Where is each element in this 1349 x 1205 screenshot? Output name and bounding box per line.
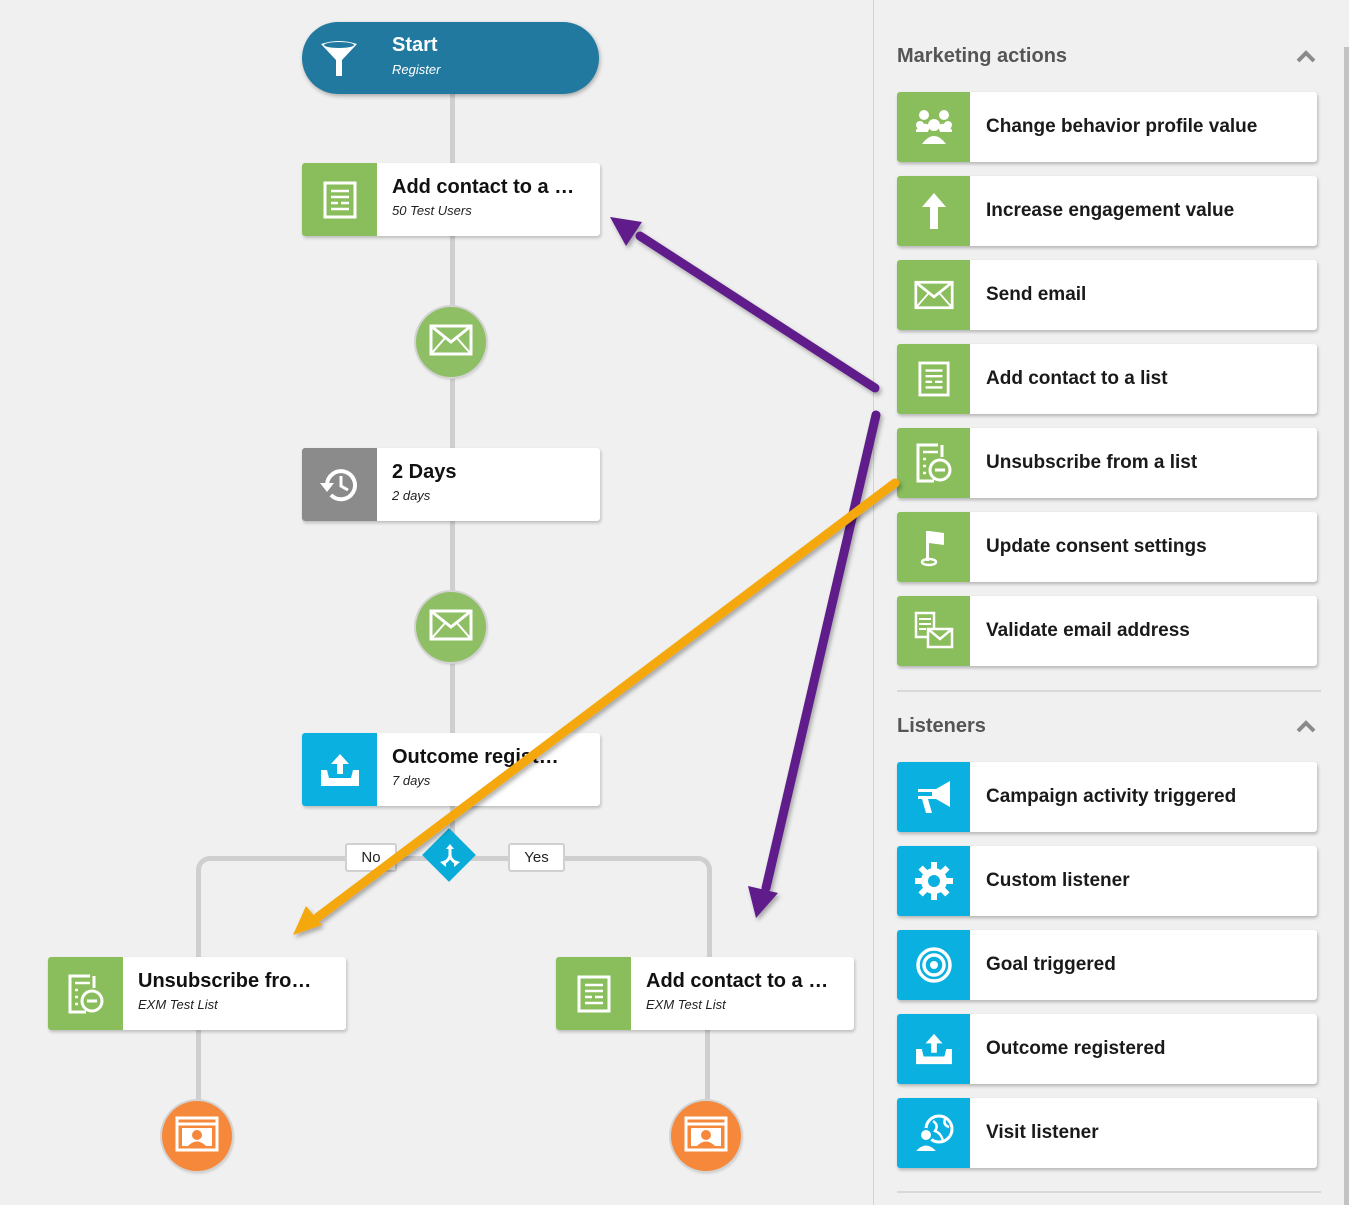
toolbox-item-custom-listener[interactable]: Custom listener [897,846,1317,916]
clock-history-icon [302,448,377,521]
unsubscribe-list-icon [48,957,123,1030]
exit-profile-icon [175,1116,219,1157]
connector [196,1029,201,1104]
toolbox-item-label: Update consent settings [986,536,1207,557]
branch-connector-left [196,856,458,966]
envelope-icon [429,609,473,646]
connector [450,94,455,164]
node-subtitle: 50 Test Users [392,203,472,218]
toolbox-item-goal-triggered[interactable]: Goal triggered [897,930,1317,1000]
toolbox-item-unsubscribe-from-a-list[interactable]: Unsubscribe from a list [897,428,1317,498]
toolbox-item-campaign-activity-triggered[interactable]: Campaign activity triggered [897,762,1317,832]
branch-label-no[interactable]: No [345,843,397,872]
toolbox-item-label: Goal triggered [986,954,1116,975]
chevron-up-icon[interactable] [1296,719,1316,733]
section-divider [897,690,1321,692]
node-subtitle: 2 days [392,488,431,503]
list-icon [556,957,631,1030]
outcome-upload-icon [897,1014,970,1084]
flow-node-add-contact[interactable]: Add contact to a … 50 Test Users [302,163,600,236]
outcome-upload-icon [302,733,377,806]
split-icon [437,843,463,869]
branch-connector-right [450,856,712,966]
flow-node-unsubscribe[interactable]: Unsubscribe fro… EXM Test List [48,957,346,1030]
toolbox-item-label: Change behavior profile value [986,116,1258,137]
connector [450,377,455,449]
flow-node-outcome[interactable]: Outcome regist… 7 days [302,733,600,806]
toolbox-item-label: Unsubscribe from a list [986,452,1198,473]
send-email-step[interactable] [416,592,486,662]
exit-profile-icon [684,1116,728,1157]
flow-node-wait[interactable]: 2 Days 2 days [302,448,600,521]
globe-person-icon [897,1098,970,1168]
connector [450,521,455,593]
toolbox-item-increase-engagement-value[interactable]: Increase engagement value [897,176,1317,246]
node-subtitle: EXM Test List [646,997,726,1012]
node-title: Unsubscribe fro… [138,970,312,992]
toolbox-item-validate-email-address[interactable]: Validate email address [897,596,1317,666]
connector [450,662,455,734]
target-icon [897,930,970,1000]
exit-step[interactable] [162,1101,232,1171]
arrow-up-icon [897,176,970,246]
toolbox-item-visit-listener[interactable]: Visit listener [897,1098,1317,1168]
section-title-marketing: Marketing actions [897,45,1068,67]
toolbox-item-label: Custom listener [986,870,1130,891]
validate-email-icon [897,596,970,666]
toolbox-item-add-contact-to-a-list[interactable]: Add contact to a list [897,344,1317,414]
toolbox-item-label: Add contact to a list [986,368,1168,389]
panel-scrollbar[interactable] [1344,47,1349,1205]
toolbox-item-send-email[interactable]: Send email [897,260,1317,330]
toolbox-item-label: Visit listener [986,1122,1099,1143]
toolbox-item-label: Outcome registered [986,1038,1166,1059]
connector [705,1029,710,1104]
toolbox-item-label: Increase engagement value [986,200,1235,221]
node-title: Outcome regist… [392,746,559,768]
megaphone-icon [897,762,970,832]
flag-icon [897,512,970,582]
node-title: 2 Days [392,461,457,483]
envelope-icon [897,260,970,330]
start-title: Start [392,34,438,56]
branch-label-yes[interactable]: Yes [508,843,565,872]
toolbox-item-label: Campaign activity triggered [986,786,1237,807]
node-subtitle: 7 days [392,773,431,788]
flow-node-add-contact-branch[interactable]: Add contact to a … EXM Test List [556,957,854,1030]
toolbox-item-label: Validate email address [986,620,1190,641]
section-title-listeners: Listeners [897,715,986,737]
node-subtitle: EXM Test List [138,997,218,1012]
toolbox-item-change-behavior-profile-value[interactable]: Change behavior profile value [897,92,1317,162]
start-subtitle: Register [392,62,441,77]
unsubscribe-list-icon [897,428,970,498]
gear-icon [897,846,970,916]
toolbox-item-outcome-registered[interactable]: Outcome registered [897,1014,1317,1084]
start-node[interactable]: Start Register [302,22,599,94]
send-email-step[interactable] [416,307,486,377]
list-icon [897,344,970,414]
funnel-icon [318,38,360,85]
node-title: Add contact to a … [392,176,575,198]
node-title: Add contact to a … [646,970,829,992]
toolbox-item-label: Send email [986,284,1087,305]
list-icon [302,163,377,236]
people-group-icon [897,92,970,162]
toolbox-item-update-consent-settings[interactable]: Update consent settings [897,512,1317,582]
envelope-icon [429,324,473,361]
exit-step[interactable] [671,1101,741,1171]
section-divider [897,1191,1321,1193]
chevron-up-icon[interactable] [1296,49,1316,63]
connector [450,236,455,308]
